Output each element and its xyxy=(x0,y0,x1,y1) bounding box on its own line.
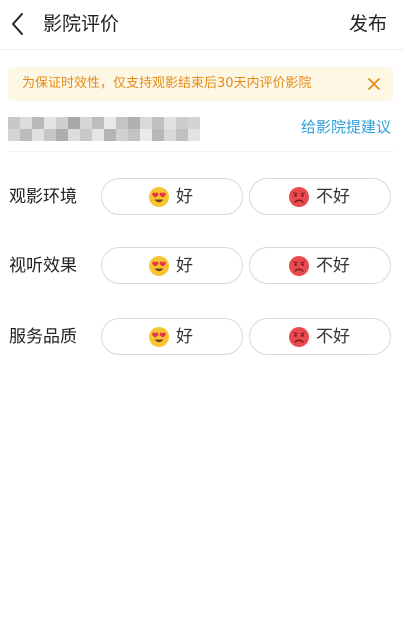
good-button[interactable]: 好 xyxy=(101,178,243,215)
close-icon xyxy=(368,78,380,90)
heart-eyes-emoji-icon xyxy=(149,256,169,276)
cinema-info-row: 给影院提建议 xyxy=(8,116,393,152)
good-label: 好 xyxy=(176,327,193,347)
publish-button[interactable]: 发布 xyxy=(349,11,387,37)
heart-eyes-emoji-icon xyxy=(149,187,169,207)
rating-label: 视听效果 xyxy=(9,256,77,276)
chevron-left-icon xyxy=(12,13,23,35)
top-bar: 影院评价 发布 xyxy=(0,0,403,50)
bad-label: 不好 xyxy=(316,327,350,347)
back-button[interactable] xyxy=(8,11,30,37)
rating-label: 观影环境 xyxy=(9,187,77,207)
good-button[interactable]: 好 xyxy=(101,318,243,355)
bad-button[interactable]: 不好 xyxy=(249,318,391,355)
bad-button[interactable]: 不好 xyxy=(249,178,391,215)
bad-label: 不好 xyxy=(316,256,350,276)
frowning-emoji-icon xyxy=(289,256,309,276)
bad-label: 不好 xyxy=(316,187,350,207)
rating-row-service: 服务品质 好 不好 xyxy=(0,318,403,356)
notice-close-button[interactable] xyxy=(365,75,383,93)
rating-row-audio-visual: 视听效果 好 不好 xyxy=(0,247,403,285)
page-title: 影院评价 xyxy=(43,13,120,35)
cinema-name-blurred xyxy=(8,117,200,141)
frowning-emoji-icon xyxy=(289,187,309,207)
suggest-to-cinema-link[interactable]: 给影院提建议 xyxy=(301,116,391,138)
heart-eyes-emoji-icon xyxy=(149,327,169,347)
notice-banner: 为保证时效性，仅支持观影结束后30天内评价影院 xyxy=(8,67,393,101)
frowning-emoji-icon xyxy=(289,327,309,347)
good-label: 好 xyxy=(176,256,193,276)
rating-row-environment: 观影环境 好 不好 xyxy=(0,178,403,216)
good-button[interactable]: 好 xyxy=(101,247,243,284)
rating-label: 服务品质 xyxy=(9,327,77,347)
notice-text: 为保证时效性，仅支持观影结束后30天内评价影院 xyxy=(22,76,312,91)
bad-button[interactable]: 不好 xyxy=(249,247,391,284)
good-label: 好 xyxy=(176,187,193,207)
